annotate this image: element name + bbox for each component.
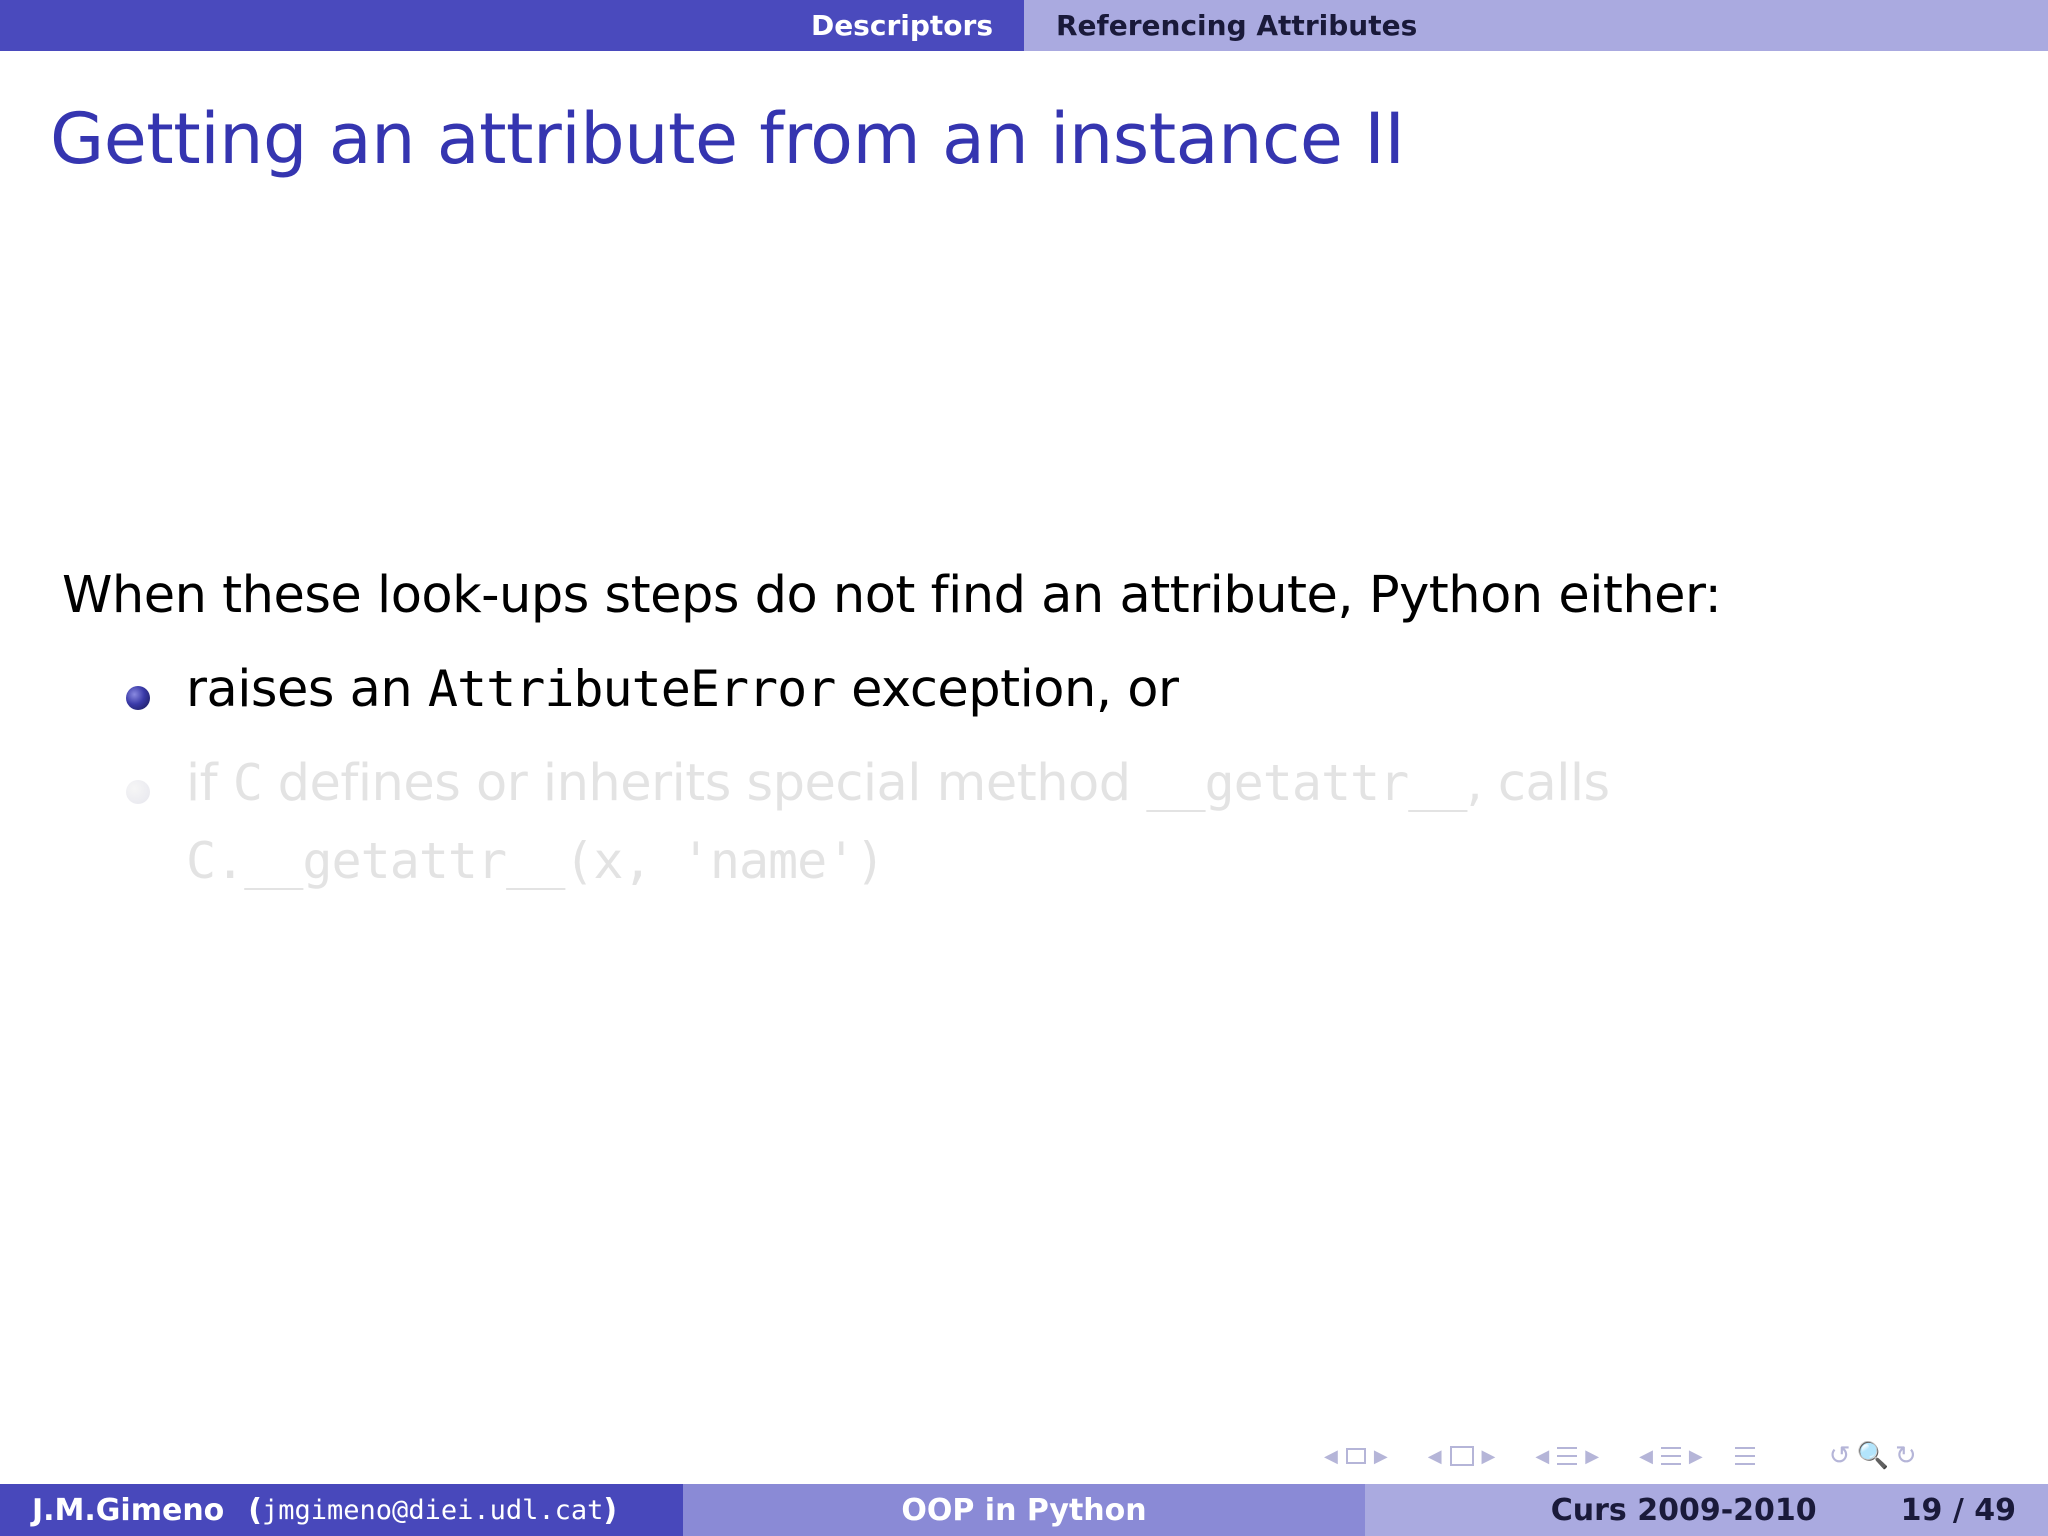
header-subsection-area: Referencing Attributes: [1024, 0, 2048, 51]
arrow-right-icon[interactable]: ▶: [1374, 1446, 1388, 1467]
code-class: C: [232, 754, 263, 812]
item-text: defines or inherits special method: [261, 754, 1147, 813]
footer-course: Curs 2009-2010: [1550, 1492, 1817, 1528]
document-nav: ◀ ▶: [1631, 1446, 1711, 1467]
code-method: __getattr__: [1146, 754, 1467, 812]
section-nav: ◀ ▶: [1527, 1446, 1607, 1467]
footer-title: OOP in Python: [901, 1492, 1147, 1528]
header-section-area: Descriptors: [0, 0, 1024, 51]
bullet-icon: [126, 686, 150, 710]
footer-paren-open: (: [248, 1492, 263, 1528]
frame-nav: ◀ ▶: [1316, 1446, 1396, 1467]
arrow-left-icon[interactable]: ◀: [1324, 1446, 1338, 1467]
arrow-left-icon[interactable]: ◀: [1535, 1446, 1549, 1467]
list-item-1: raises an AttributeError exception, or: [186, 660, 1179, 719]
subsection-icon[interactable]: [1449, 1446, 1474, 1466]
item-text: exception, or: [835, 660, 1179, 719]
navigation-symbols: ◀ ▶ ◀ ▶ ◀ ▶ ◀ ▶ ↺🔍↻: [1316, 1436, 1923, 1476]
outline-nav: [1734, 1447, 1755, 1465]
section-icon[interactable]: [1557, 1447, 1578, 1465]
footer-title-area: OOP in Python: [683, 1484, 1365, 1536]
code-call: C.__getattr__(x, 'name'): [186, 832, 885, 890]
list-item-2-continued: C.__getattr__(x, 'name'): [186, 832, 885, 891]
outline-icon[interactable]: [1734, 1447, 1755, 1465]
document-icon[interactable]: [1660, 1447, 1681, 1465]
frame-icon[interactable]: [1345, 1448, 1366, 1464]
header-section-link[interactable]: Descriptors: [811, 9, 993, 42]
list-item-2: if C defines or inherits special method …: [186, 754, 1610, 813]
footer-course-area: Curs 2009-2010 19 / 49: [1365, 1484, 2048, 1536]
frame-title: Getting an attribute from an instance II: [50, 98, 1405, 180]
arrow-right-icon[interactable]: ▶: [1689, 1446, 1703, 1467]
arrow-right-icon[interactable]: ▶: [1585, 1446, 1599, 1467]
header-bar: Descriptors Referencing Attributes: [0, 0, 2048, 51]
arrow-left-icon[interactable]: ◀: [1639, 1446, 1653, 1467]
footer-bar: J.M.Gimeno (jmgimeno@diei.udl.cat) OOP i…: [0, 1484, 2048, 1536]
footer-author-area: J.M.Gimeno (jmgimeno@diei.udl.cat): [0, 1484, 683, 1536]
footer-author: J.M.Gimeno: [32, 1492, 225, 1528]
search-icon[interactable]: ↺🔍↻: [1829, 1441, 1923, 1471]
arrow-right-icon[interactable]: ▶: [1482, 1446, 1496, 1467]
item-text: , calls: [1466, 754, 1610, 813]
intro-text: When these look-ups steps do not find an…: [62, 566, 1722, 625]
item-text: raises an: [186, 660, 428, 719]
item-text: if: [186, 754, 233, 813]
subsection-nav: ◀ ▶: [1420, 1446, 1504, 1467]
header-subsection-link[interactable]: Referencing Attributes: [1056, 9, 1417, 42]
footer-page-number: 19 / 49: [1900, 1492, 2016, 1528]
bullet-icon-faded: [126, 780, 150, 804]
footer-email[interactable]: jmgimeno@diei.udl.cat: [262, 1495, 603, 1526]
code-exception: AttributeError: [427, 660, 836, 718]
arrow-left-icon[interactable]: ◀: [1428, 1446, 1442, 1467]
footer-paren-close: ): [603, 1492, 618, 1528]
